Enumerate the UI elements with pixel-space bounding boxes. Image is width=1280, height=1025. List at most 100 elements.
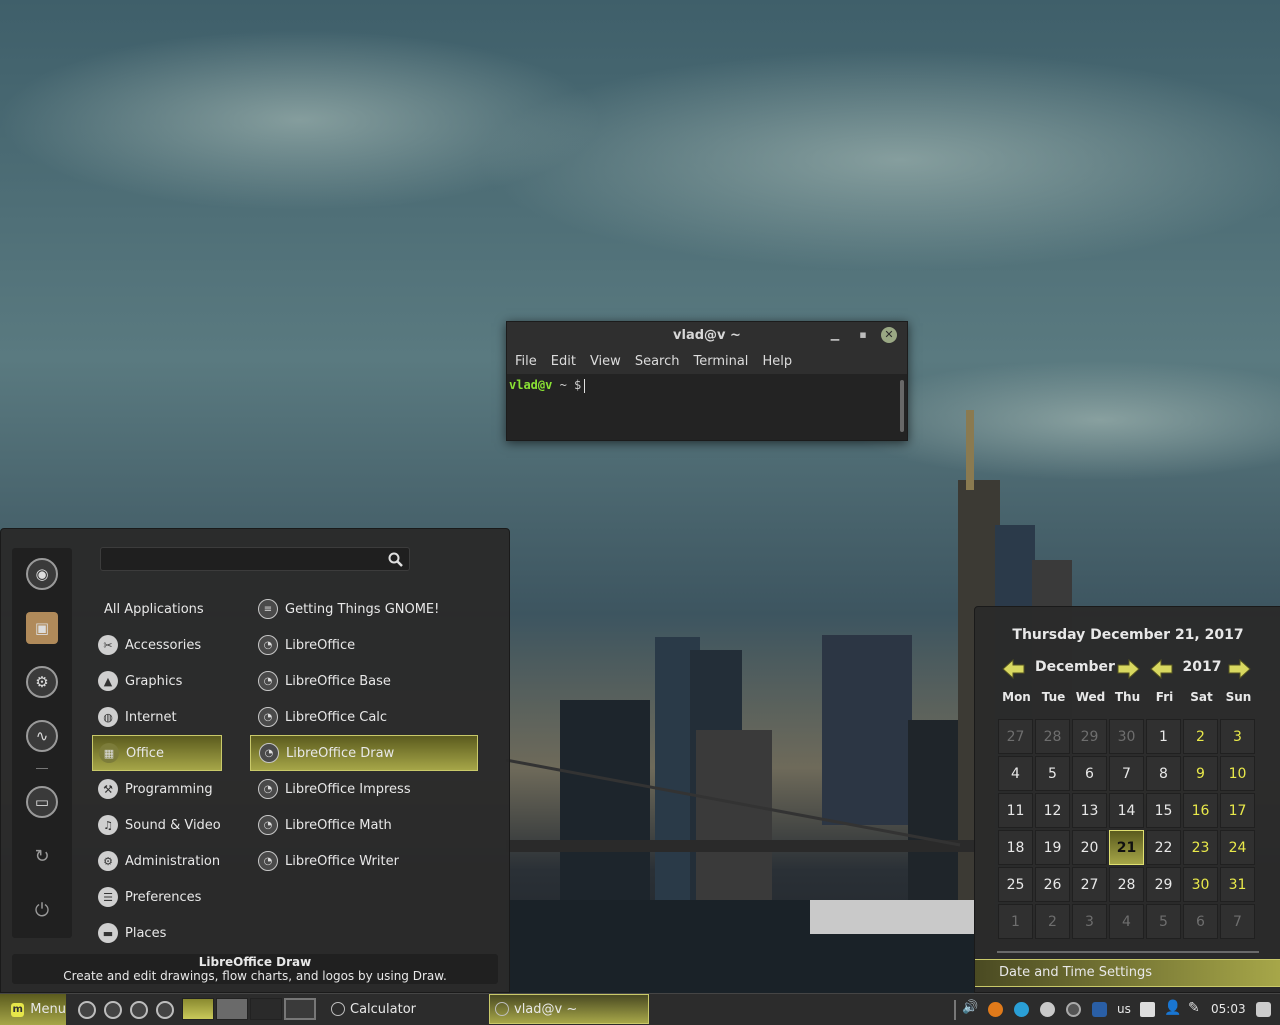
calendar-day[interactable]: 5 (1146, 904, 1181, 939)
calendar-day[interactable]: 16 (1183, 793, 1218, 828)
app-getting-things-gnome[interactable]: ≡ Getting Things GNOME! (250, 591, 478, 627)
user-icon[interactable]: 👤 (1164, 1000, 1181, 1016)
category-graphics[interactable]: ▲ Graphics (92, 663, 222, 699)
search-input[interactable] (107, 551, 381, 569)
calendar-day[interactable]: 27 (1072, 867, 1107, 902)
terminal-content[interactable]: vlad@v ~ $ (507, 374, 907, 440)
calendar-day[interactable]: 31 (1220, 867, 1255, 902)
calendar-day[interactable]: 5 (1035, 756, 1070, 791)
category-all-applications[interactable]: All Applications (92, 591, 222, 627)
minimize-button[interactable]: ▁ (827, 327, 843, 343)
software-manager-icon[interactable]: ▣ (26, 612, 58, 644)
terminal-titlebar[interactable]: vlad@v ~ ▁ ▪ ✕ (507, 322, 907, 348)
firefox-launcher-icon[interactable] (78, 1001, 96, 1019)
app-libreoffice-impress[interactable]: ◔ LibreOffice Impress (250, 771, 478, 807)
keyboard-layout[interactable]: us (1117, 1002, 1131, 1016)
menu-search-box[interactable] (100, 547, 410, 571)
calendar-day[interactable]: 22 (1146, 830, 1181, 865)
update-warning-icon[interactable] (988, 1002, 1003, 1017)
menu-view[interactable]: View (590, 354, 621, 369)
next-year-arrow-icon[interactable] (1227, 658, 1251, 680)
system-settings-icon[interactable]: ⚙ (26, 666, 58, 698)
calendar-day[interactable]: 12 (1035, 793, 1070, 828)
app-libreoffice-writer[interactable]: ◔ LibreOffice Writer (250, 843, 478, 879)
menu-file[interactable]: File (515, 354, 537, 369)
calendar-day[interactable]: 1 (998, 904, 1033, 939)
calendar-day[interactable]: 29 (1072, 719, 1107, 754)
calendar-day[interactable]: 28 (1035, 719, 1070, 754)
calendar-day[interactable]: 7 (1109, 756, 1144, 791)
calendar-day[interactable]: 14 (1109, 793, 1144, 828)
category-preferences[interactable]: ☰ Preferences (92, 879, 222, 915)
category-accessories[interactable]: ✂ Accessories (92, 627, 222, 663)
app-libreoffice-math[interactable]: ◔ LibreOffice Math (250, 807, 478, 843)
calendar-day[interactable]: 3 (1072, 904, 1107, 939)
next-month-arrow-icon[interactable] (1116, 658, 1140, 680)
calendar-day[interactable]: 9 (1183, 756, 1218, 791)
app-libreoffice-base[interactable]: ◔ LibreOffice Base (250, 663, 478, 699)
prev-month-arrow-icon[interactable] (1002, 658, 1026, 680)
terminal-scrollbar[interactable] (900, 380, 904, 432)
telegram-icon[interactable] (1014, 1002, 1029, 1017)
record-icon[interactable] (1066, 1002, 1081, 1017)
calendar-day[interactable]: 27 (998, 719, 1033, 754)
calendar-day[interactable]: 30 (1183, 867, 1218, 902)
app-libreoffice-draw[interactable]: ◔ LibreOffice Draw (250, 735, 478, 771)
calendar-day[interactable]: 23 (1183, 830, 1218, 865)
category-office[interactable]: ▦ Office (92, 735, 222, 771)
power-icon[interactable]: ⏻ (26, 894, 58, 926)
shield-icon[interactable] (1092, 1002, 1107, 1017)
close-button[interactable]: ✕ (881, 327, 897, 343)
app-libreoffice-calc[interactable]: ◔ LibreOffice Calc (250, 699, 478, 735)
workspace-3[interactable] (250, 998, 282, 1020)
calendar-day[interactable]: 8 (1146, 756, 1181, 791)
calendar-day[interactable]: 13 (1072, 793, 1107, 828)
volume-icon[interactable]: 🔊 (962, 1000, 978, 1015)
prev-year-arrow-icon[interactable] (1150, 658, 1174, 680)
calendar-day[interactable]: 6 (1183, 904, 1218, 939)
menu-edit[interactable]: Edit (551, 354, 576, 369)
calendar-day[interactable]: 1 (1146, 719, 1181, 754)
calendar-day[interactable]: 17 (1220, 793, 1255, 828)
category-sound-video[interactable]: ♫ Sound & Video (92, 807, 222, 843)
task-calculator[interactable]: Calculator (326, 994, 486, 1024)
task-terminal[interactable]: vlad@v ~ (489, 994, 649, 1024)
calendar-day[interactable]: 25 (998, 867, 1033, 902)
files-launcher-icon[interactable] (156, 1001, 174, 1019)
workspace-2[interactable] (216, 998, 248, 1020)
calendar-day[interactable]: 15 (1146, 793, 1181, 828)
calendar-day[interactable]: 28 (1109, 867, 1144, 902)
calendar-day[interactable]: 7 (1220, 904, 1255, 939)
maximize-button[interactable]: ▪ (855, 327, 871, 343)
calendar-day[interactable]: 2 (1183, 719, 1218, 754)
calendar-day[interactable]: 26 (1035, 867, 1070, 902)
show-desktop-button-icon[interactable] (1256, 1002, 1271, 1017)
calendar-day[interactable]: 30 (1109, 719, 1144, 754)
terminal-window[interactable]: vlad@v ~ ▁ ▪ ✕ File Edit View Search Ter… (506, 321, 908, 441)
date-time-settings-button[interactable]: Date and Time Settings (975, 959, 1280, 987)
category-places[interactable]: ▬ Places (92, 915, 222, 951)
category-administration[interactable]: ⚙ Administration (92, 843, 222, 879)
calendar-day-today[interactable]: 21 (1109, 830, 1144, 865)
menu-terminal[interactable]: Terminal (693, 354, 748, 369)
network-icon[interactable]: ✎ (1188, 1000, 1203, 1016)
calendar-day[interactable]: 4 (998, 756, 1033, 791)
calendar-day[interactable]: 3 (1220, 719, 1255, 754)
show-desktop-icon[interactable] (104, 1001, 122, 1019)
menu-help[interactable]: Help (762, 354, 792, 369)
clock[interactable]: 05:03 (1211, 1002, 1246, 1016)
calendar-day[interactable]: 4 (1109, 904, 1144, 939)
notes-icon[interactable] (1140, 1002, 1155, 1017)
calendar-day[interactable]: 20 (1072, 830, 1107, 865)
terminal-launcher-icon[interactable] (130, 1001, 148, 1019)
app-libreoffice[interactable]: ◔ LibreOffice (250, 627, 478, 663)
calendar-day[interactable]: 24 (1220, 830, 1255, 865)
calendar-day[interactable]: 18 (998, 830, 1033, 865)
menu-button[interactable]: m Menu (0, 994, 66, 1025)
calendar-day[interactable]: 2 (1035, 904, 1070, 939)
calendar-day[interactable]: 6 (1072, 756, 1107, 791)
workspace-4[interactable] (284, 998, 316, 1020)
lock-screen-icon[interactable]: ▭ (26, 786, 58, 818)
firefox-icon[interactable]: ◉ (26, 558, 58, 590)
calendar-day[interactable]: 19 (1035, 830, 1070, 865)
